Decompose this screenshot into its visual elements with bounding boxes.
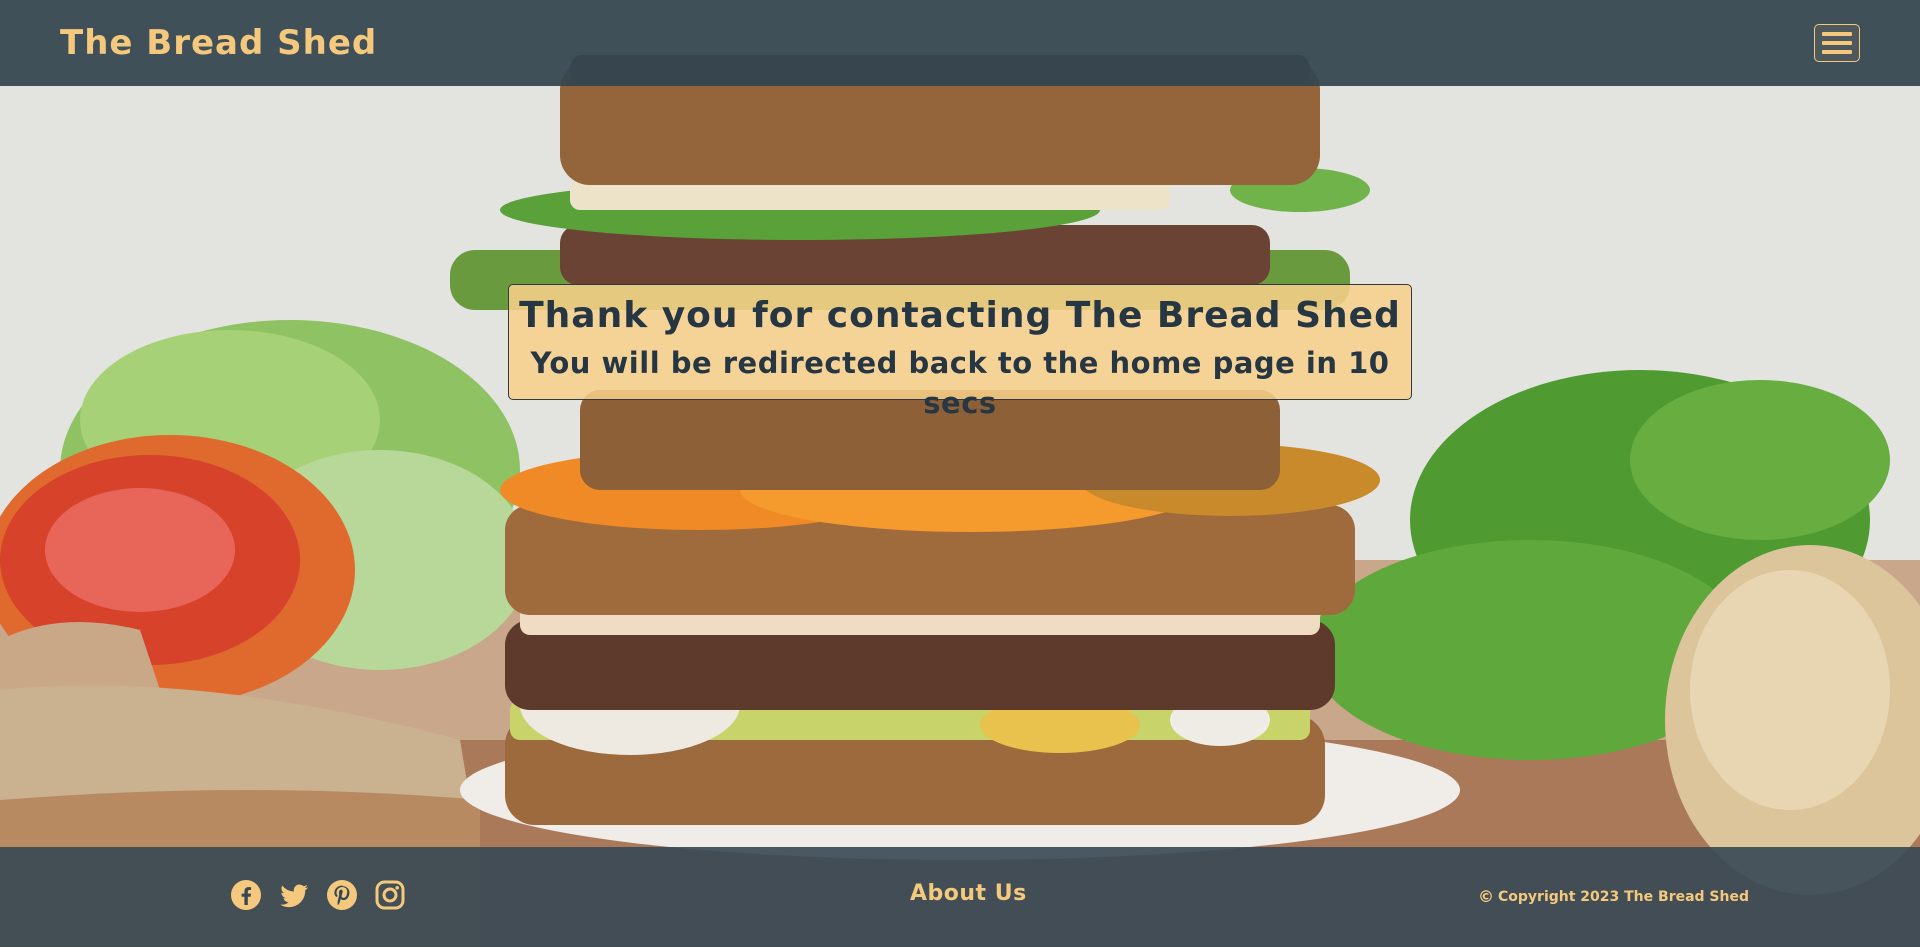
twitter-icon[interactable] [278,879,310,911]
hamburger-menu-button[interactable] [1814,24,1860,62]
copyright-icon: © [1478,887,1494,906]
hamburger-line [1822,41,1852,45]
about-us-link[interactable]: About Us [910,881,1027,906]
instagram-icon[interactable] [374,879,406,911]
copyright-text: Copyright 2023 The Bread Shed [1498,888,1750,905]
copyright-notice: © Copyright 2023 The Bread Shed [1478,887,1749,906]
brand-logo-text[interactable]: The Bread Shed [60,23,377,63]
facebook-icon[interactable] [230,879,262,911]
top-navbar: The Bread Shed [0,0,1920,86]
hamburger-line [1822,50,1852,54]
hamburger-line [1822,32,1852,36]
pinterest-icon[interactable] [326,879,358,911]
sandwich-photo [0,0,1920,947]
social-links [230,879,406,911]
page-footer: About Us © Copyright 2023 The Bread Shed [0,847,1920,947]
hero-background-image [0,0,1920,947]
thank-you-message-box: Thank you for contacting The Bread Shed … [508,284,1412,420]
redirect-notice: You will be redirected back to the home … [530,346,1390,420]
thank-you-heading: Thank you for contacting The Bread Shed [519,295,1401,336]
